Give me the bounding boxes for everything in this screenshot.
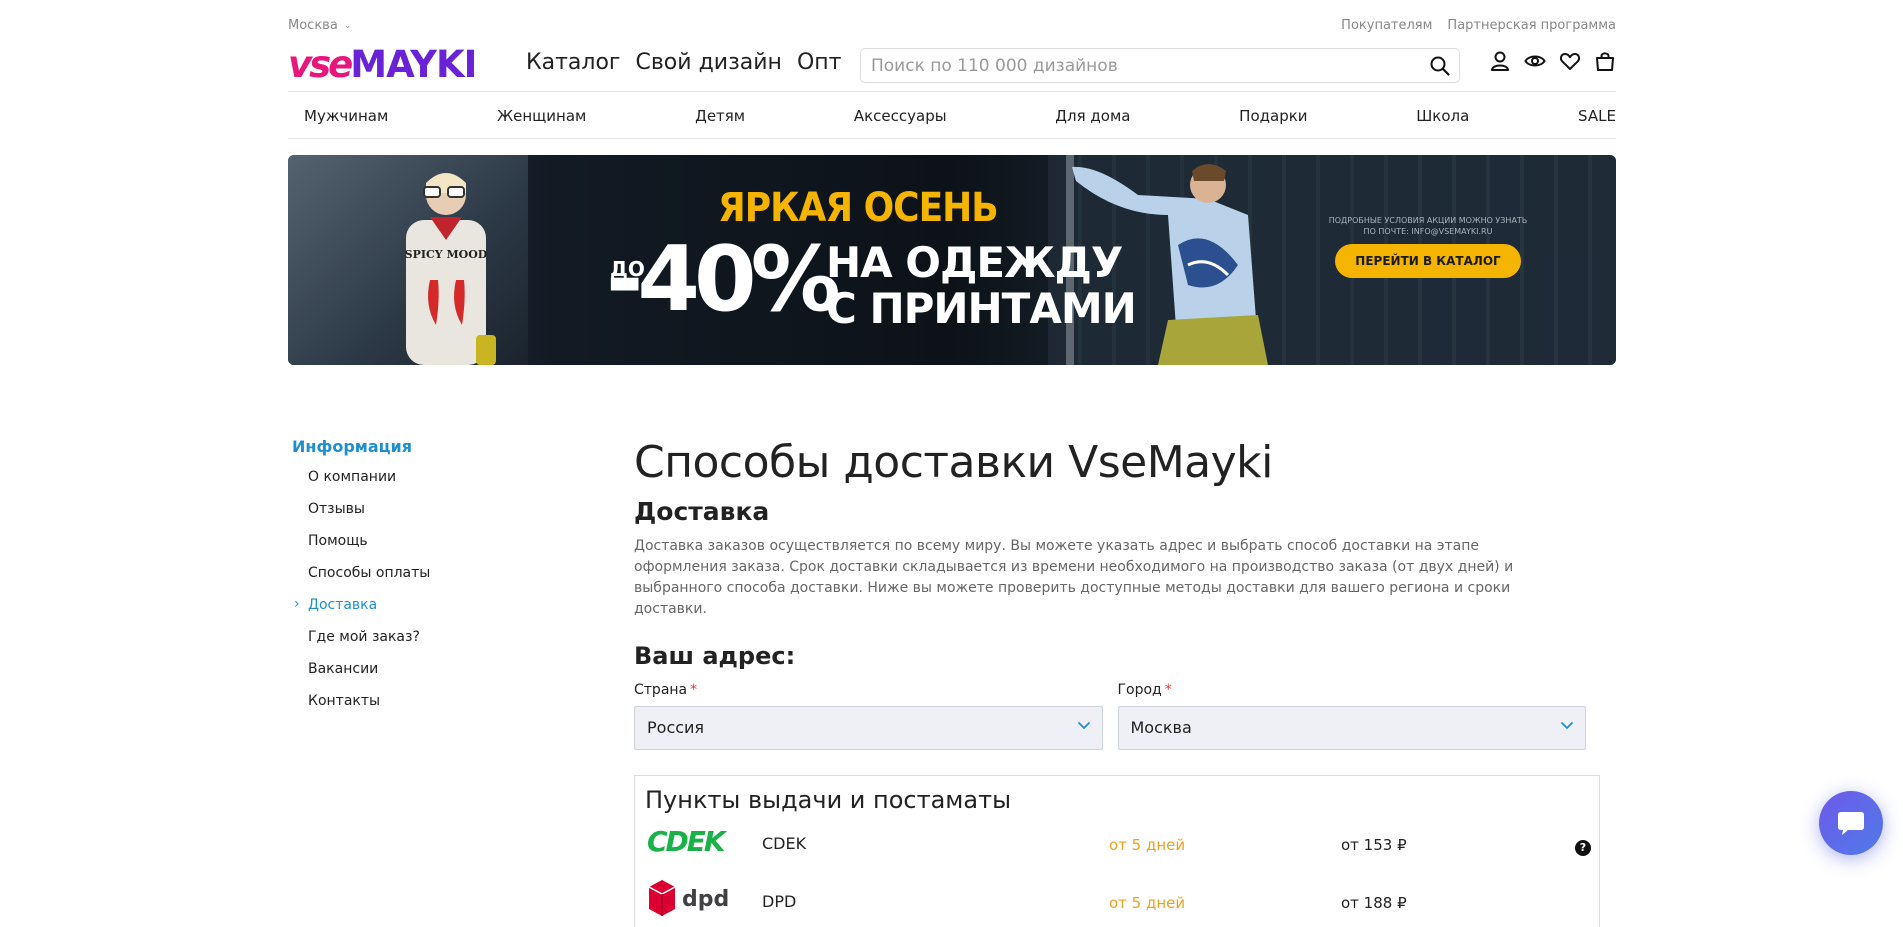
bag-icon[interactable]: [1594, 50, 1616, 72]
search-input[interactable]: [861, 49, 1459, 82]
banner-cta-button[interactable]: ПЕРЕЙТИ В КАТАЛОГ: [1335, 244, 1521, 278]
chat-icon: [1838, 812, 1864, 835]
logo-part-vse: vse: [288, 43, 353, 86]
sidebar-item-reviews[interactable]: Отзывы: [292, 500, 552, 532]
chevron-down-icon: ⌄: [343, 21, 352, 31]
user-icon[interactable]: [1489, 50, 1511, 72]
carrier-name: CDEK: [762, 834, 807, 853]
country-label: Страна *: [634, 682, 1103, 698]
promo-banner[interactable]: SPICY MOOD ЯРКАЯ ОСЕНЬ -40% ДО НА ОДЕЖДУ…: [288, 155, 1616, 365]
logo-part-mayki: MAYKI: [350, 43, 477, 86]
country-value: Россия: [647, 718, 705, 737]
page-title: Способы доставки VseMayki: [634, 437, 1273, 488]
nav-wholesale[interactable]: Опт: [797, 50, 842, 75]
chat-widget-button[interactable]: [1819, 791, 1883, 855]
category-gifts[interactable]: Подарки: [1239, 107, 1307, 125]
cdek-logo: CDEK: [647, 826, 730, 856]
sidebar-item-vacancies[interactable]: Вакансии: [292, 660, 552, 692]
chevron-down-icon: [1077, 722, 1090, 730]
city-label-text: Город: [1117, 682, 1162, 698]
svg-text:CDEK: CDEK: [647, 826, 728, 856]
header-icons: [1489, 50, 1616, 72]
category-sale[interactable]: SALE: [1578, 107, 1616, 125]
required-mark: *: [1164, 682, 1172, 698]
sidebar-item-payment[interactable]: Способы оплаты: [292, 564, 552, 596]
required-mark: *: [690, 682, 698, 698]
category-accessories[interactable]: Аксессуары: [854, 107, 947, 125]
shirt-print-text: SPICY MOOD: [405, 248, 488, 261]
link-buyers[interactable]: Покупателям: [1341, 18, 1432, 33]
top-links: Покупателям Партнерская программа: [1341, 18, 1616, 33]
country-label-text: Страна: [634, 682, 688, 698]
banner-headline: ЯРКАЯ ОСЕНЬ: [718, 185, 999, 231]
eye-icon[interactable]: [1524, 50, 1546, 72]
delivery-price: от 153 ₽: [1341, 836, 1407, 854]
category-nav: Мужчинам Женщинам Детям Аксессуары Для д…: [288, 93, 1616, 139]
banner-line-2: С ПРИНТАМИ: [826, 284, 1137, 333]
dpd-logo: dpd: [648, 880, 729, 916]
category-school[interactable]: Школа: [1416, 107, 1469, 125]
banner-line-1: НА ОДЕЖДУ: [826, 238, 1123, 287]
sidebar-item-about[interactable]: О компании: [292, 468, 552, 500]
nav-catalog[interactable]: Каталог: [526, 50, 620, 75]
banner-prefix: ДО: [610, 257, 645, 281]
banner-fine-print: ПОДРОБНЫЕ УСЛОВИЯ АКЦИИ МОЖНО УЗНАТЬ ПО …: [1328, 216, 1528, 236]
delivery-row-dpd[interactable]: dpd DPD от 5 дней от 188 ₽: [645, 872, 1589, 927]
section-title: Доставка: [634, 497, 770, 526]
country-field: Страна * Россия: [634, 682, 1103, 750]
address-fields: Страна * Россия Город * Москва: [634, 682, 1586, 750]
pickup-points-panel: Пункты выдачи и постаматы CDEK CDEK от 5…: [634, 775, 1600, 927]
search-icon[interactable]: [1429, 55, 1451, 77]
city-label: Москва: [288, 18, 338, 33]
top-strip: Москва ⌄ Покупателям Партнерская программ…: [288, 0, 1616, 40]
delivery-days: от 5 дней: [1109, 836, 1186, 854]
delivery-row-cdek[interactable]: CDEK CDEK от 5 дней от 153 ₽ ?: [645, 814, 1591, 872]
city-value: Москва: [1130, 718, 1192, 737]
pickup-heading: Пункты выдачи и постаматы: [645, 786, 1012, 814]
svg-text:dpd: dpd: [682, 887, 729, 912]
model-woman-image: SPICY MOOD: [405, 173, 496, 365]
nav-own-design[interactable]: Свой дизайн: [635, 50, 781, 75]
city-field-label: Город *: [1118, 682, 1587, 698]
sidebar-heading[interactable]: Информация: [292, 437, 552, 456]
carrier-name: DPD: [762, 892, 797, 911]
sidebar-item-help[interactable]: Помощь: [292, 532, 552, 564]
sidebar-item-delivery[interactable]: Доставка: [292, 595, 552, 628]
info-sidebar: Информация О компании Отзывы Помощь Спос…: [292, 437, 552, 724]
category-home[interactable]: Для дома: [1055, 107, 1130, 125]
delivery-price: от 188 ₽: [1341, 894, 1407, 912]
city-select[interactable]: Москва: [1117, 706, 1586, 750]
search-box: [860, 48, 1460, 83]
help-icon[interactable]: ?: [1575, 840, 1591, 856]
main-content: Способы доставки VseMayki Доставка Доста…: [634, 437, 1600, 927]
delivery-description: Доставка заказов осуществляется по всему…: [634, 538, 1514, 617]
country-select[interactable]: Россия: [634, 706, 1103, 750]
sidebar-item-contacts[interactable]: Контакты: [292, 692, 552, 724]
delivery-days: от 5 дней: [1109, 894, 1186, 912]
city-field: Город * Москва: [1117, 682, 1587, 750]
main-nav: Каталог Свой дизайн Опт: [526, 50, 841, 75]
category-women[interactable]: Женщинам: [497, 107, 586, 125]
chevron-down-icon: [1561, 722, 1573, 730]
category-kids[interactable]: Детям: [695, 107, 745, 125]
link-partner-program[interactable]: Партнерская программа: [1447, 18, 1616, 33]
heart-icon[interactable]: [1559, 50, 1581, 72]
city-selector[interactable]: Москва ⌄: [288, 18, 351, 33]
sidebar-list: О компании Отзывы Помощь Способы оплаты …: [292, 468, 552, 724]
sidebar-item-order-status[interactable]: Где мой заказ?: [292, 628, 552, 660]
address-heading: Ваш адрес:: [634, 642, 796, 670]
site-header: vseMAYKI Каталог Свой дизайн Опт: [288, 40, 1616, 92]
category-men[interactable]: Мужчинам: [304, 107, 388, 125]
site-logo[interactable]: vseMAYKI: [288, 43, 477, 86]
